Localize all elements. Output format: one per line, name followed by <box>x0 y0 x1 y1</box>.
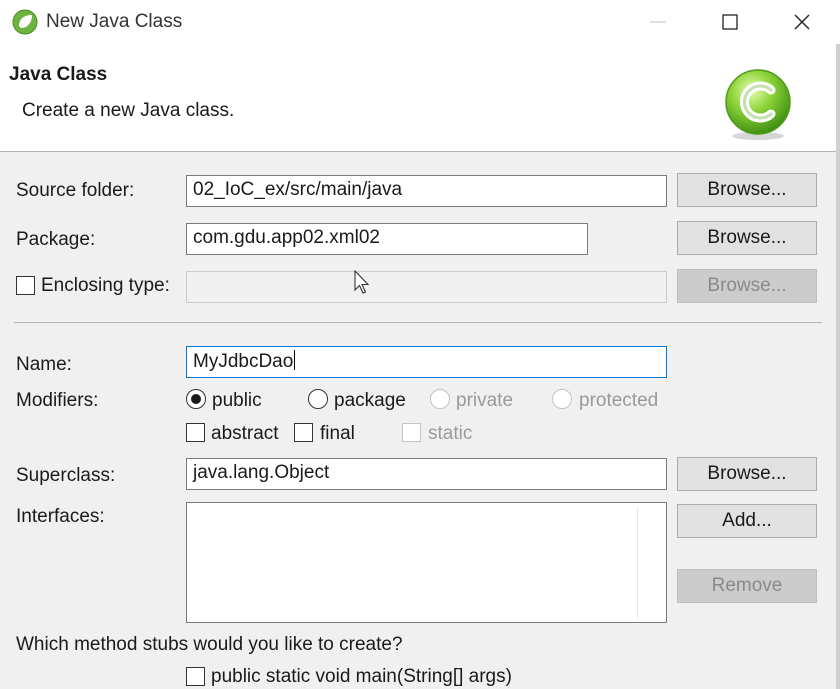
window-title: New Java Class <box>46 11 183 32</box>
enclosing-type-label: Enclosing type: <box>41 275 170 296</box>
maximize-button[interactable] <box>702 0 754 44</box>
source-folder-label: Source folder: <box>16 180 135 201</box>
name-input[interactable]: MyJdbcDao <box>186 346 667 378</box>
spring-leaf-icon <box>12 9 38 35</box>
modifier-public-label: public <box>212 390 262 411</box>
minimize-button[interactable] <box>630 0 682 44</box>
modifier-private-radio <box>430 389 450 409</box>
package-label: Package: <box>16 229 96 250</box>
modifier-abstract-checkbox[interactable] <box>186 423 205 442</box>
modifier-protected-radio <box>552 389 572 409</box>
modifier-final-label: final <box>320 423 355 444</box>
maximize-icon <box>722 14 738 30</box>
list-column-divider <box>637 507 638 618</box>
main-method-label: public static void main(String[] args) <box>211 666 512 687</box>
modifier-final-checkbox[interactable] <box>294 423 313 442</box>
java-class-icon <box>725 69 791 140</box>
modifier-package-radio[interactable] <box>308 389 328 409</box>
interfaces-list[interactable] <box>186 502 667 623</box>
close-icon <box>794 14 810 30</box>
superclass-input[interactable]: java.lang.Object <box>186 458 667 490</box>
modifier-static-checkbox <box>402 423 421 442</box>
modifier-abstract-label: abstract <box>211 423 279 444</box>
title-bar: New Java Class <box>0 0 840 44</box>
main-method-checkbox[interactable] <box>186 667 205 686</box>
dialog-edge <box>836 44 840 689</box>
superclass-browse-button[interactable]: Browse... <box>677 457 817 491</box>
method-stubs-question: Which method stubs would you like to cre… <box>16 634 403 655</box>
enclosing-type-input <box>186 271 667 303</box>
minimize-icon <box>650 21 666 23</box>
name-input-value: MyJdbcDao <box>193 351 294 372</box>
add-interface-button[interactable]: Add... <box>677 504 817 538</box>
source-folder-browse-button[interactable]: Browse... <box>677 173 817 207</box>
remove-interface-button: Remove <box>677 569 817 603</box>
mouse-cursor-icon <box>354 270 370 294</box>
modifier-package-label: package <box>334 390 406 411</box>
modifier-private-label: private <box>456 390 514 411</box>
wizard-header: Java Class Create a new Java class. <box>0 44 840 152</box>
wizard-title: Java Class <box>9 64 108 85</box>
section-separator <box>14 322 822 323</box>
modifier-protected-label: protected <box>579 390 659 411</box>
superclass-label: Superclass: <box>16 465 116 486</box>
enclosing-type-checkbox[interactable] <box>16 276 35 295</box>
text-caret <box>294 350 296 370</box>
modifiers-label: Modifiers: <box>16 390 99 411</box>
modifier-public-radio[interactable] <box>186 389 206 409</box>
modifier-static-label: static <box>428 423 473 444</box>
enclosing-type-browse-button: Browse... <box>677 269 817 303</box>
interfaces-label: Interfaces: <box>16 506 105 527</box>
name-label: Name: <box>16 354 72 375</box>
wizard-description: Create a new Java class. <box>22 100 235 121</box>
package-browse-button[interactable]: Browse... <box>677 221 817 255</box>
package-input[interactable]: com.gdu.app02.xml02 <box>186 223 588 255</box>
close-button[interactable] <box>774 0 826 44</box>
source-folder-input[interactable]: 02_IoC_ex/src/main/java <box>186 175 667 207</box>
